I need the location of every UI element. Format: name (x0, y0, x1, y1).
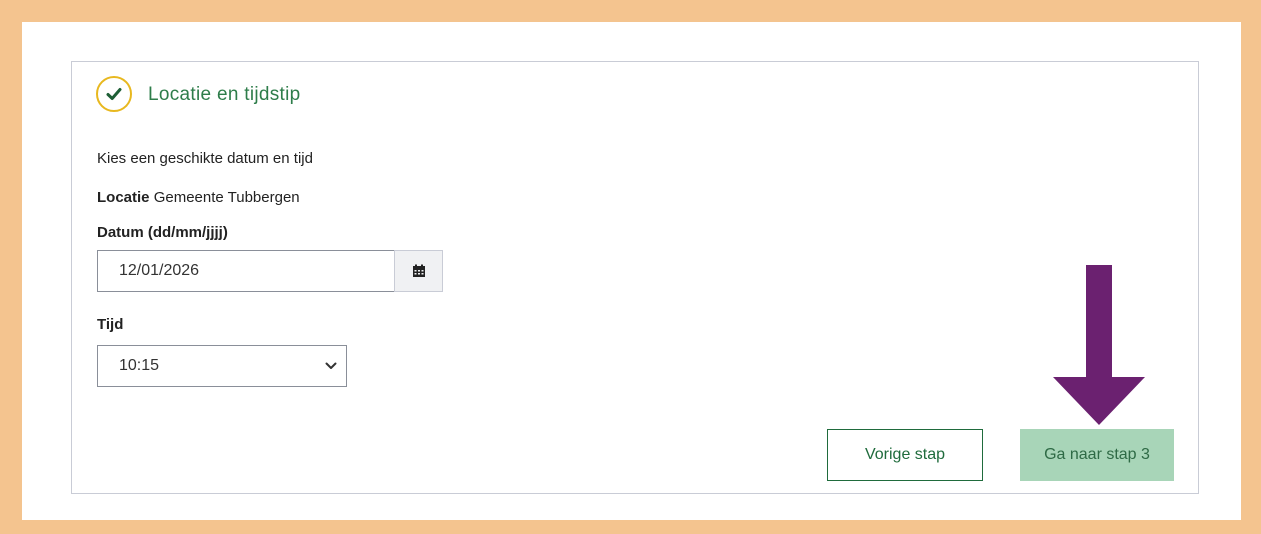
location-label: Locatie (97, 189, 150, 206)
date-label: Datum (dd/mm/jjjj) (97, 224, 228, 241)
next-step-button[interactable]: Ga naar stap 3 (1020, 429, 1174, 481)
time-select-value: 10:15 (119, 357, 160, 374)
arrow-down-icon (1053, 265, 1145, 425)
check-circle-icon (96, 76, 132, 112)
section-title: Locatie en tijdstip (148, 84, 301, 105)
location-line: Locatie Gemeente Tubbergen (97, 189, 300, 206)
calendar-button[interactable] (394, 250, 443, 292)
location-value: Gemeente Tubbergen (153, 189, 300, 206)
time-select[interactable]: 10:15 (97, 345, 347, 387)
calendar-icon (412, 264, 425, 277)
intro-text: Kies een geschikte datum en tijd (97, 150, 313, 167)
time-label: Tijd (97, 316, 124, 333)
chevron-down-icon (325, 362, 337, 369)
previous-step-button[interactable]: Vorige stap (827, 429, 983, 481)
date-input[interactable] (97, 250, 395, 292)
